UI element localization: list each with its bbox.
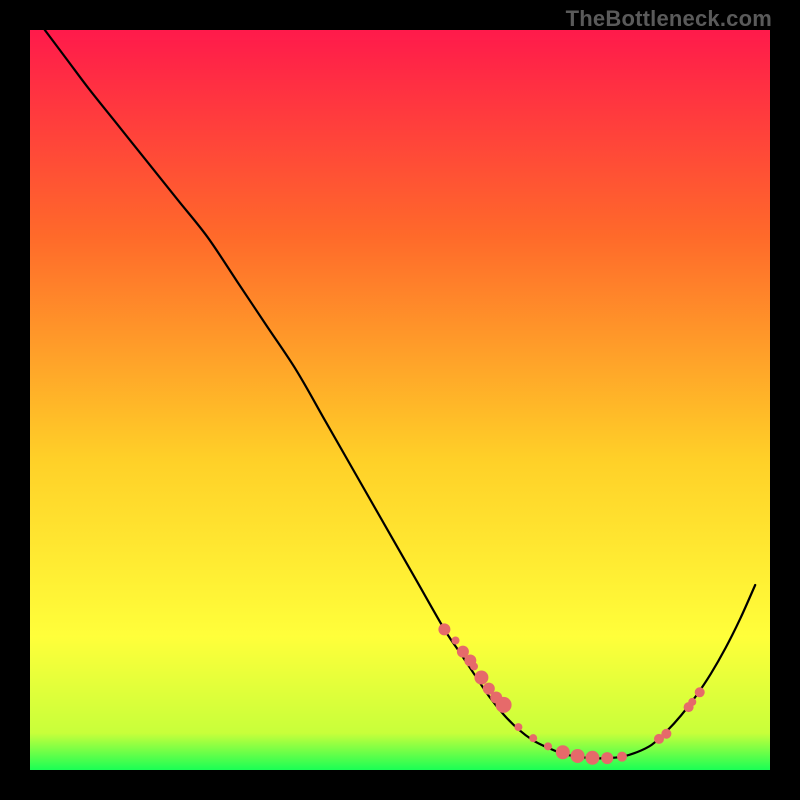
data-marker	[529, 734, 537, 742]
data-marker	[688, 698, 696, 706]
chart-svg	[30, 30, 770, 770]
data-marker	[438, 623, 450, 635]
data-marker	[470, 662, 478, 670]
gradient-background	[30, 30, 770, 770]
watermark-text: TheBottleneck.com	[566, 6, 772, 32]
data-marker	[452, 637, 460, 645]
data-marker	[514, 723, 522, 731]
data-marker	[695, 687, 705, 697]
data-marker	[661, 729, 671, 739]
data-marker	[496, 697, 512, 713]
data-marker	[556, 745, 570, 759]
data-marker	[571, 749, 585, 763]
data-marker	[601, 752, 613, 764]
data-marker	[617, 752, 627, 762]
data-marker	[585, 751, 599, 765]
data-marker	[474, 671, 488, 685]
data-marker	[544, 742, 552, 750]
plot-area	[30, 30, 770, 770]
chart-frame: TheBottleneck.com	[0, 0, 800, 800]
